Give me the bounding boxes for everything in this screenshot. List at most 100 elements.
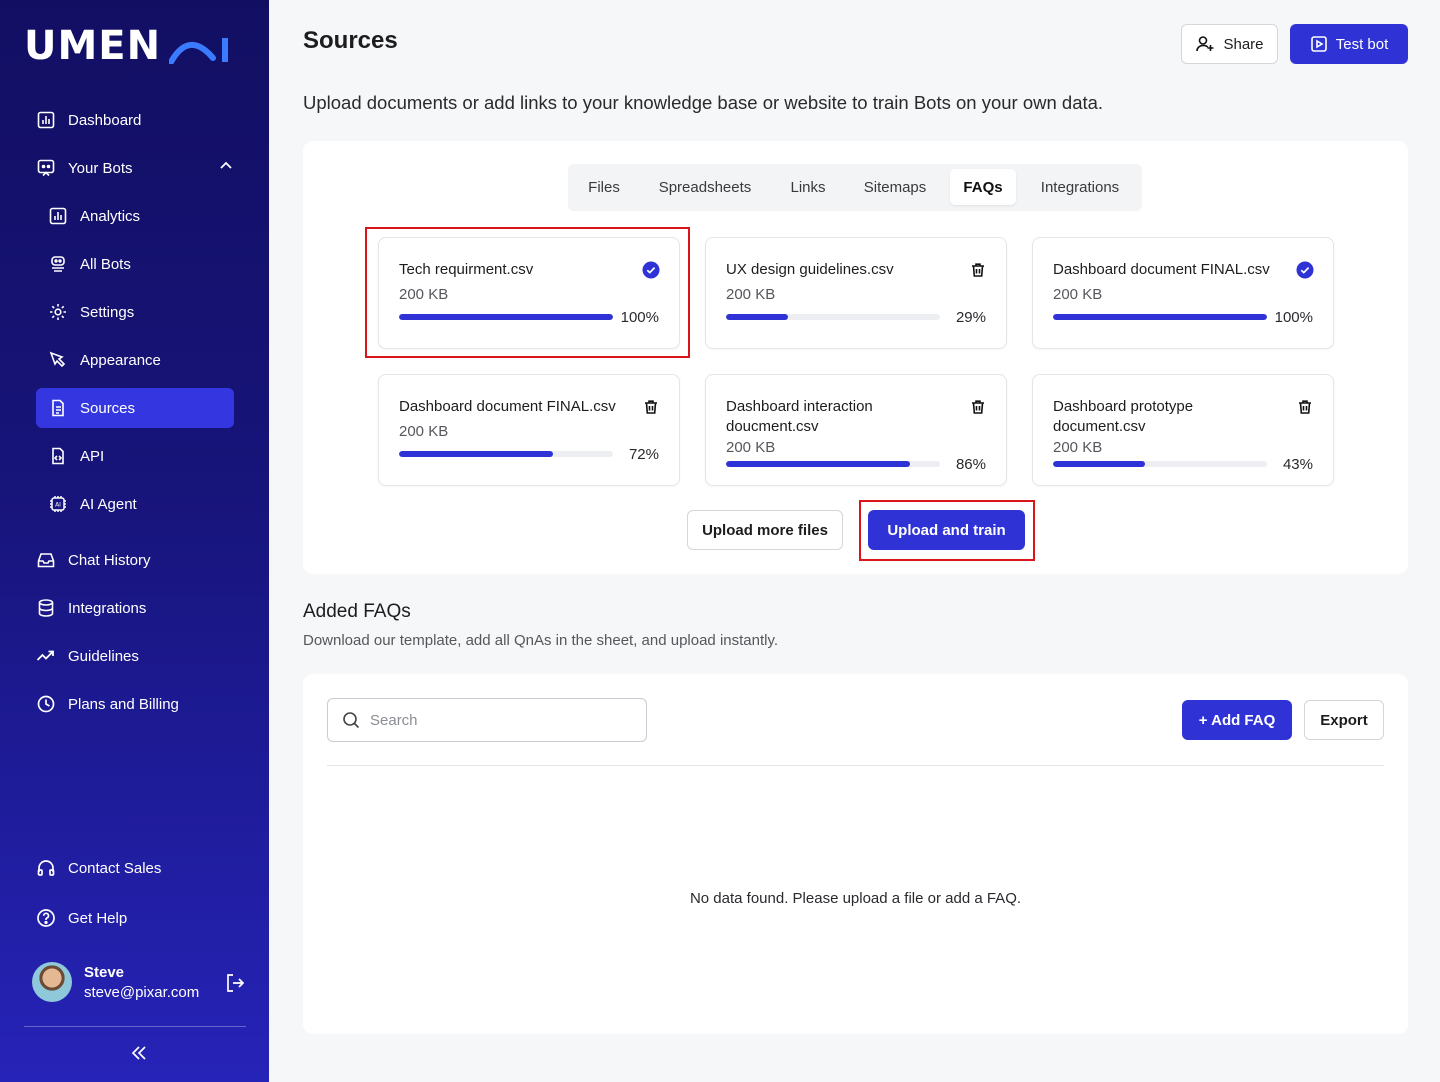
sidebar-item-guidelines[interactable]: Guidelines xyxy=(24,636,234,676)
logo[interactable]: UMEN xyxy=(24,22,231,70)
progress-fill xyxy=(726,314,789,320)
add-faq-label: + Add FAQ xyxy=(1198,711,1276,729)
page-title: Sources xyxy=(303,27,398,54)
sidebar-item-analytics[interactable]: Analytics xyxy=(36,196,234,236)
sidebar-item-label: Your Bots xyxy=(68,159,133,177)
search-icon xyxy=(342,711,360,729)
upload-more-label: Upload more files xyxy=(702,521,828,539)
user-email: steve@pixar.com xyxy=(84,984,200,1001)
progress-bar xyxy=(1053,461,1267,467)
trash-icon[interactable] xyxy=(968,397,988,417)
chevron-up-icon[interactable] xyxy=(218,158,234,178)
export-label: Export xyxy=(1320,711,1368,729)
file-card: Dashboard document FINAL.csv 200 KB 100% xyxy=(1032,237,1334,349)
sidebar-item-dashboard[interactable]: Dashboard xyxy=(24,100,234,140)
trend-icon xyxy=(36,646,56,666)
pen-icon xyxy=(48,350,68,370)
progress-percent: 43% xyxy=(1282,456,1313,473)
tab-spreadsheets[interactable]: Spreadsheets xyxy=(642,169,768,205)
chart-icon xyxy=(36,110,56,130)
sidebar-item-integrations[interactable]: Integrations xyxy=(24,588,234,628)
tab-label: FAQs xyxy=(963,178,1003,196)
tab-label: Integrations xyxy=(1040,178,1120,196)
collapse-sidebar-icon[interactable] xyxy=(128,1042,150,1069)
user-name: Steve xyxy=(84,964,125,981)
sidebar-item-ai-agent[interactable]: AI AI Agent xyxy=(36,484,234,524)
search-input[interactable] xyxy=(370,711,630,729)
progress-bar xyxy=(726,461,940,467)
logout-icon[interactable] xyxy=(224,972,246,999)
sidebar-item-settings[interactable]: Settings xyxy=(36,292,234,332)
trash-icon[interactable] xyxy=(1295,397,1315,417)
sidebar-item-sources[interactable]: Sources xyxy=(36,388,234,428)
sidebar-item-label: Plans and Billing xyxy=(68,695,179,713)
share-button[interactable]: Share xyxy=(1181,24,1278,64)
progress-fill xyxy=(726,461,911,467)
file-name: Dashboard prototype document.csv xyxy=(1053,398,1194,435)
tab-links[interactable]: Links xyxy=(776,169,840,205)
share-label: Share xyxy=(1223,35,1264,53)
chip-icon: AI xyxy=(48,494,68,514)
tab-sitemaps[interactable]: Sitemaps xyxy=(848,169,942,205)
trash-icon[interactable] xyxy=(641,397,661,417)
faq-divider xyxy=(327,765,1384,766)
sidebar-item-label: Get Help xyxy=(68,909,128,927)
help-icon xyxy=(36,908,56,928)
highlight-box xyxy=(365,227,690,358)
upload-train-label: Upload and train xyxy=(887,521,1006,539)
file-name: Dashboard document FINAL.csv xyxy=(399,398,616,415)
sidebar-divider xyxy=(24,1026,246,1027)
progress-percent: 100% xyxy=(1274,309,1313,326)
tab-files[interactable]: Files xyxy=(574,169,634,205)
sidebar-item-get-help[interactable]: Get Help xyxy=(24,898,234,938)
section-title: Added FAQs xyxy=(303,601,411,622)
file-name: UX design guidelines.csv xyxy=(726,261,894,278)
sidebar-item-label: Chat History xyxy=(68,551,151,569)
upload-more-files-button[interactable]: Upload more files xyxy=(687,510,843,550)
file-card: Dashboard interaction doucment.csv 200 K… xyxy=(705,374,1007,486)
sidebar-item-contact-sales[interactable]: Contact Sales xyxy=(24,848,234,888)
sidebar-item-label: Integrations xyxy=(68,599,147,617)
sidebar: UMEN Dashboard Your Bots Analytics All B… xyxy=(0,0,269,1082)
sidebar-item-all-bots[interactable]: All Bots xyxy=(36,244,234,284)
tab-label: Sitemaps xyxy=(863,178,927,196)
progress-percent: 86% xyxy=(955,456,986,473)
test-bot-button[interactable]: Test bot xyxy=(1290,24,1408,64)
sidebar-item-api[interactable]: API xyxy=(36,436,234,476)
sidebar-item-plans-billing[interactable]: Plans and Billing xyxy=(24,684,234,724)
database-icon xyxy=(36,598,56,618)
document-icon xyxy=(48,398,68,418)
sidebar-item-label: Contact Sales xyxy=(68,859,162,877)
progress-fill xyxy=(1053,461,1146,467)
empty-state-message: No data found. Please upload a file or a… xyxy=(689,890,1022,907)
sidebar-item-label: Analytics xyxy=(80,207,141,225)
section-description: Download our template, add all QnAs in t… xyxy=(303,632,779,649)
check-circle-icon xyxy=(1295,260,1315,280)
sidebar-item-label: Guidelines xyxy=(68,647,139,665)
sidebar-item-label: All Bots xyxy=(80,255,131,273)
svg-text:AI: AI xyxy=(55,502,61,509)
upload-and-train-button[interactable]: Upload and train xyxy=(868,510,1025,550)
file-size: 200 KB xyxy=(726,439,776,456)
add-faq-button[interactable]: + Add FAQ xyxy=(1182,700,1292,740)
sidebar-item-appearance[interactable]: Appearance xyxy=(36,340,234,380)
file-card: Dashboard prototype document.csv 200 KB … xyxy=(1032,374,1334,486)
file-name: Dashboard document FINAL.csv xyxy=(1053,261,1270,278)
sidebar-item-your-bots[interactable]: Your Bots xyxy=(24,148,234,188)
tab-faqs[interactable]: FAQs xyxy=(950,169,1016,205)
progress-percent: 29% xyxy=(955,309,986,326)
tab-label: Spreadsheets xyxy=(658,178,752,196)
bot-icon xyxy=(36,158,56,178)
clock-icon xyxy=(36,694,56,714)
export-button[interactable]: Export xyxy=(1304,700,1384,740)
progress-percent: 72% xyxy=(628,446,659,463)
avatar[interactable] xyxy=(32,962,72,1002)
page-subtitle: Upload documents or add links to your kn… xyxy=(303,92,1104,113)
add-user-icon xyxy=(1195,34,1215,54)
code-file-icon xyxy=(48,446,68,466)
sidebar-item-chat-history[interactable]: Chat History xyxy=(24,540,234,580)
file-card: UX design guidelines.csv 200 KB 29% xyxy=(705,237,1007,349)
tab-integrations[interactable]: Integrations xyxy=(1024,169,1136,205)
trash-icon[interactable] xyxy=(968,260,988,280)
user-profile: Steve steve@pixar.com xyxy=(32,962,246,1002)
